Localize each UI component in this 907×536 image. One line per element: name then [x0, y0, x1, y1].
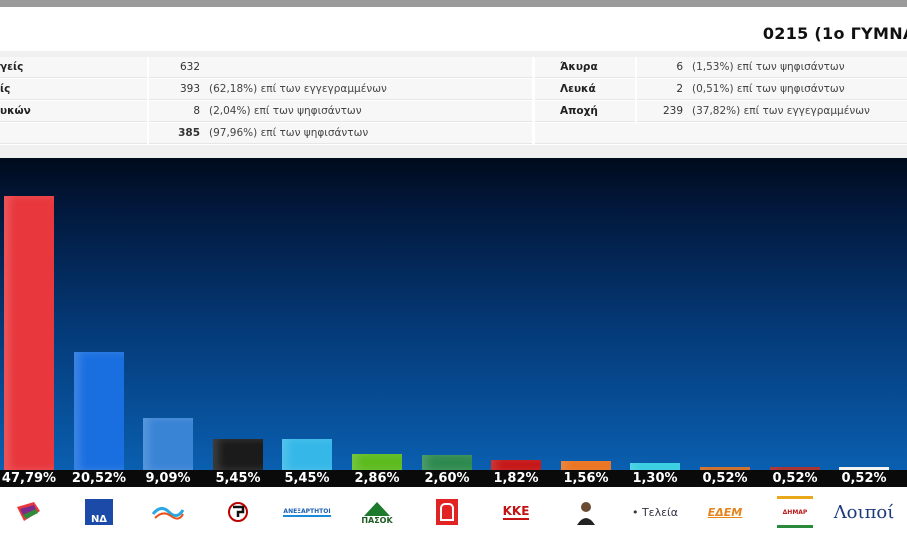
teleia-logo-icon[interactable]: • Τελεία	[625, 497, 685, 527]
bar-νδ	[74, 352, 124, 470]
stats-row: γείς 632 Άκυρα 6 (1,53%) επί των ψηφισάν…	[0, 57, 907, 78]
stats-label: ίς	[0, 79, 147, 100]
results-bar-chart	[0, 158, 907, 470]
percent-label: 1,82%	[493, 471, 539, 486]
percent-label: 1,56%	[563, 471, 609, 486]
kke-logo-icon[interactable]: ΚΚΕ	[486, 497, 546, 527]
syriza-flag-icon[interactable]	[0, 497, 59, 527]
leader-photo-icon[interactable]	[556, 497, 616, 527]
stats-desc: (0,51%) επί των ψηφισάντων	[687, 79, 907, 100]
pasok-logo-icon[interactable]: ΠΑΣΟΚ	[347, 497, 407, 527]
stats-value: 239	[637, 101, 687, 122]
percent-label: 5,45%	[284, 471, 330, 486]
stats-label: γείς	[0, 57, 147, 78]
stats-value: 385	[149, 123, 204, 144]
stats-label: Άκυρα	[535, 57, 635, 78]
anel-logo-icon[interactable]: ΑΝΕΞΑΡΤΗΤΟΙ	[277, 497, 337, 527]
nd-logo-icon[interactable]: ΝΔ	[69, 497, 129, 527]
stats-desc	[204, 57, 532, 78]
percent-label: 0,52%	[841, 471, 887, 486]
stats-desc: (2,04%) επί των ψηφισάντων	[204, 101, 532, 122]
percent-label: 0,52%	[772, 471, 818, 486]
bar-κκε	[491, 460, 541, 470]
stats-table: γείς 632 Άκυρα 6 (1,53%) επί των ψηφισάν…	[0, 57, 907, 145]
percentage-strip: 47,79% 20,52% 9,09% 5,45% 5,45% 2,86% 2,60% 1,8…	[0, 470, 907, 487]
xa-meander-icon[interactable]	[208, 497, 268, 527]
stats-row: υκών 8 (2,04%) επί των ψηφισάντων Αποχή …	[0, 101, 907, 122]
stats-row: ίς 393 (62,18%) επί των εγγεγραμμένων Λε…	[0, 79, 907, 100]
percent-label: 20,52%	[71, 471, 127, 486]
percent-label: 2,60%	[424, 471, 470, 486]
bar-ενωση-κεντρωων	[561, 461, 611, 470]
bar-συριζα	[4, 196, 54, 470]
bar-κιδησο	[422, 455, 472, 470]
bar-χα	[213, 439, 263, 470]
top-stripe	[0, 0, 907, 7]
others-label-icon[interactable]: Λοιποί	[834, 497, 895, 527]
stats-value: 6	[637, 57, 687, 78]
stats-value: 8	[149, 101, 204, 122]
title-bar: 0215 (1ο ΓΥΜΝΑΣΙΟ	[0, 7, 907, 51]
stats-value: 632	[149, 57, 204, 78]
dimar-logo-icon[interactable]: ΔΗΜΑΡ	[765, 496, 825, 528]
bar-τελεια	[630, 463, 680, 470]
percent-label: 47,79%	[1, 471, 57, 486]
stats-desc: (37,82%) επί των εγγεγραμμένων	[687, 101, 907, 122]
party-logo-strip: ΝΔ ΑΝΕΞΑΡΤΗΤΟΙ ΠΑΣΟΚ ΚΚΕ • Τελεία ΕΔΕΜ ΔΗΜΑΡ Λο…	[0, 487, 907, 536]
stats-value: 393	[149, 79, 204, 100]
stats-empty-cell	[535, 123, 907, 144]
stats-desc: (1,53%) επί των ψηφισάντων	[687, 57, 907, 78]
stats-label: Λευκά	[535, 79, 635, 100]
percent-label: 2,86%	[354, 471, 400, 486]
percent-label: 9,09%	[145, 471, 191, 486]
bar-ανελ	[282, 439, 332, 470]
bar-ποταμι	[143, 418, 193, 470]
page-title: 0215 (1ο ΓΥΜΝΑΣΙΟ	[762, 24, 907, 43]
stats-label	[0, 123, 147, 144]
stats-row: 385 (97,96%) επί των ψηφισάντων	[0, 123, 907, 144]
stats-label: υκών	[0, 101, 147, 122]
stats-desc: (62,18%) επί των εγγεγραμμένων	[204, 79, 532, 100]
percent-label: 1,30%	[632, 471, 678, 486]
percent-label: 5,45%	[215, 471, 261, 486]
percent-label: 0,52%	[702, 471, 748, 486]
stats-desc: (97,96%) επί των ψηφισάντων	[204, 123, 532, 144]
stats-label: Αποχή	[535, 101, 635, 122]
bar-πασοκ	[352, 454, 402, 470]
edem-logo-icon[interactable]: ΕΔΕΜ	[695, 497, 755, 527]
potami-wave-icon[interactable]	[138, 497, 198, 527]
stats-value: 2	[637, 79, 687, 100]
kidiso-logo-icon[interactable]	[417, 497, 477, 527]
